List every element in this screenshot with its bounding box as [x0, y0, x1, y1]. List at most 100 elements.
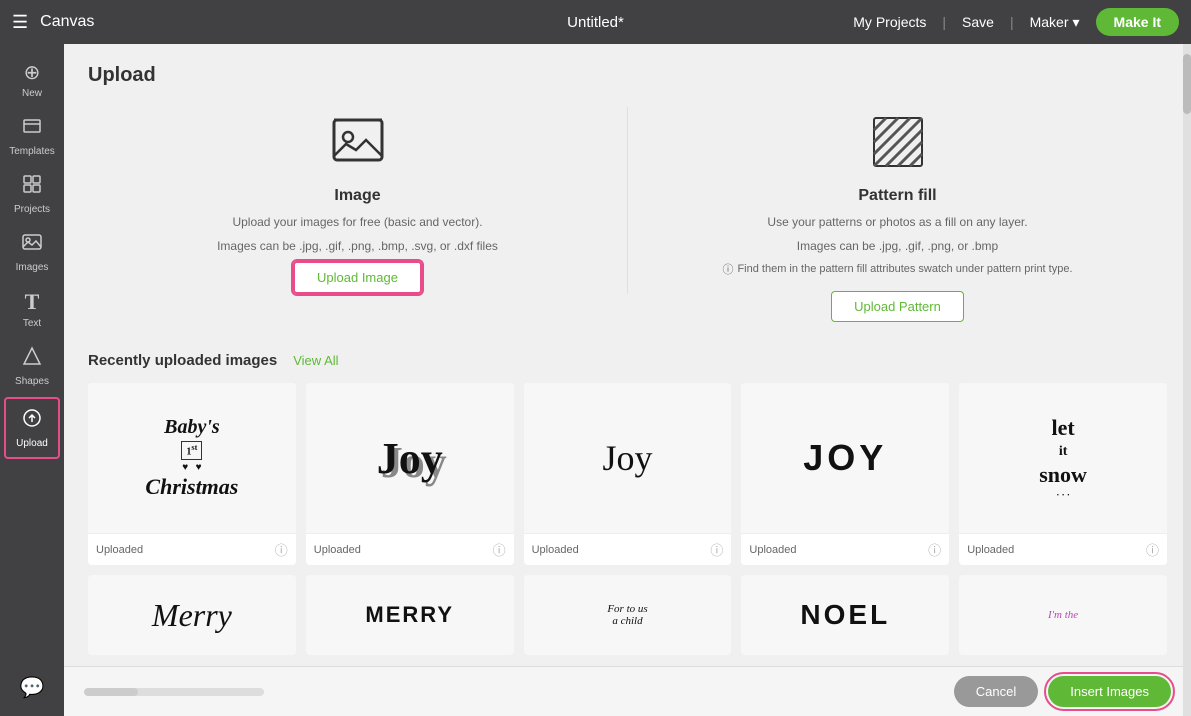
info-icon-4[interactable]: ⓘ — [928, 540, 941, 559]
maker-dropdown[interactable]: Maker ▾ — [1030, 14, 1080, 31]
partial-thumb-3: For to us a child — [607, 603, 647, 627]
bottom-row: Merry MERRY For to us a child NOEL I'm — [88, 575, 1167, 655]
partial-card-4[interactable]: NOEL — [741, 575, 949, 655]
image-thumb-3: Joy — [524, 383, 732, 533]
image-card-1[interactable]: Baby's 1st ♥ ♥ Christmas Uploaded ⓘ — [88, 383, 296, 565]
shapes-icon — [21, 345, 43, 373]
sidebar-item-upload[interactable]: Upload — [4, 397, 60, 459]
new-icon: ⊕ — [24, 60, 41, 85]
sidebar-item-shapes[interactable]: Shapes — [0, 337, 64, 395]
info-icon-1[interactable]: ⓘ — [275, 540, 288, 559]
upload-image-option: Image Upload your images for free (basic… — [88, 107, 628, 294]
topbar-right: My Projects | Save | Maker ▾ Make It — [853, 8, 1179, 36]
upload-pattern-option: Pattern fill Use your patterns or photos… — [628, 107, 1167, 322]
sidebar-item-label-text: Text — [23, 318, 41, 329]
maker-label: Maker — [1030, 14, 1069, 30]
image-footer-2: Uploaded ⓘ — [306, 533, 514, 565]
pattern-option-desc1: Use your patterns or photos as a fill on… — [767, 213, 1027, 231]
sidebar-item-projects[interactable]: Projects — [0, 165, 64, 223]
partial-thumb-1: Merry — [152, 597, 232, 634]
image-label-4: Uploaded — [749, 544, 796, 556]
sidebar-item-label-projects: Projects — [14, 204, 50, 215]
scrollbar-track[interactable] — [1183, 44, 1191, 716]
sidebar-item-chat[interactable]: 💬 — [0, 667, 64, 708]
sidebar-item-label-templates: Templates — [9, 146, 55, 157]
sidebar-item-templates[interactable]: Templates — [0, 107, 64, 165]
image-label-3: Uploaded — [532, 544, 579, 556]
image-option-desc1: Upload your images for free (basic and v… — [232, 213, 482, 231]
upload-pattern-button[interactable]: Upload Pattern — [831, 291, 964, 322]
image-thumb-1: Baby's 1st ♥ ♥ Christmas — [88, 383, 296, 533]
pattern-option-title: Pattern fill — [858, 187, 936, 205]
info-icon-2[interactable]: ⓘ — [493, 540, 506, 559]
sidebar-item-new[interactable]: ⊕ New — [0, 52, 64, 107]
progress-fill — [84, 688, 138, 696]
image-card-4[interactable]: JOY Uploaded ⓘ — [741, 383, 949, 565]
recent-section-title: Recently uploaded images — [88, 352, 277, 369]
partial-thumb-5: I'm the — [1048, 609, 1078, 621]
templates-icon — [21, 115, 43, 143]
info-icon-5[interactable]: ⓘ — [1146, 540, 1159, 559]
text-icon: T — [25, 289, 40, 315]
image-thumb-2: Joy Joy — [306, 383, 514, 533]
bottom-bar: Cancel Insert Images — [64, 666, 1191, 716]
main-layout: ⊕ New Templates Projects Images T Text — [0, 44, 1191, 716]
upload-options: Image Upload your images for free (basic… — [88, 107, 1167, 322]
info-icon-3[interactable]: ⓘ — [710, 540, 723, 559]
image-label-5: Uploaded — [967, 544, 1014, 556]
document-title: Untitled* — [567, 14, 624, 31]
upload-image-button[interactable]: Upload Image — [293, 261, 422, 294]
chevron-down-icon: ▾ — [1073, 14, 1080, 31]
topbar: ☰ Canvas Untitled* My Projects | Save | … — [0, 0, 1191, 44]
image-card-3[interactable]: Joy Uploaded ⓘ — [524, 383, 732, 565]
image-option-title: Image — [334, 187, 380, 205]
image-card-5[interactable]: let it snow · · · Uploaded ⓘ — [959, 383, 1167, 565]
image-option-desc2: Images can be .jpg, .gif, .png, .bmp, .s… — [217, 237, 498, 255]
sidebar-item-text[interactable]: T Text — [0, 281, 64, 337]
images-icon — [21, 231, 43, 259]
partial-thumb-4: NOEL — [800, 599, 890, 631]
image-footer-5: Uploaded ⓘ — [959, 533, 1167, 565]
image-footer-3: Uploaded ⓘ — [524, 533, 732, 565]
upload-icon — [21, 407, 43, 435]
scrollbar-thumb[interactable] — [1183, 54, 1191, 114]
partial-card-3[interactable]: For to us a child — [524, 575, 732, 655]
thumb-text-3: Joy — [602, 437, 652, 479]
sidebar-item-label-upload: Upload — [16, 438, 48, 449]
my-projects-link[interactable]: My Projects — [853, 14, 926, 30]
progress-bar — [84, 688, 264, 696]
save-link[interactable]: Save — [962, 14, 994, 30]
bottom-actions: Cancel Insert Images — [954, 676, 1171, 707]
thumb-text-5: let it snow · · · — [1039, 414, 1087, 501]
info-icon: ⓘ — [722, 261, 733, 277]
sidebar-item-label-images: Images — [16, 262, 49, 273]
image-card-2[interactable]: Joy Joy Uploaded ⓘ — [306, 383, 514, 565]
pattern-option-desc2: Images can be .jpg, .gif, .png, or .bmp — [797, 237, 998, 255]
image-thumb-5: let it snow · · · — [959, 383, 1167, 533]
partial-card-5[interactable]: I'm the — [959, 575, 1167, 655]
image-footer-4: Uploaded ⓘ — [741, 533, 949, 565]
view-all-link[interactable]: View All — [293, 353, 338, 368]
pattern-option-icon — [863, 107, 933, 177]
cancel-button[interactable]: Cancel — [954, 676, 1038, 707]
projects-icon — [21, 173, 43, 201]
chat-icon: 💬 — [20, 675, 45, 700]
make-it-button[interactable]: Make It — [1096, 8, 1179, 36]
sidebar-item-label-shapes: Shapes — [15, 376, 49, 387]
upload-title: Upload — [88, 64, 1167, 87]
sidebar: ⊕ New Templates Projects Images T Text — [0, 44, 64, 716]
image-footer-1: Uploaded ⓘ — [88, 533, 296, 565]
partial-card-2[interactable]: MERRY — [306, 575, 514, 655]
upload-panel: Upload Image Upload your images for fre — [64, 44, 1191, 666]
partial-thumb-2: MERRY — [365, 602, 454, 628]
menu-icon[interactable]: ☰ — [12, 12, 28, 33]
sidebar-item-images[interactable]: Images — [0, 223, 64, 281]
image-label-1: Uploaded — [96, 544, 143, 556]
pattern-option-info: ⓘ Find them in the pattern fill attribut… — [722, 261, 1072, 277]
app-logo: Canvas — [40, 13, 94, 31]
images-grid: Baby's 1st ♥ ♥ Christmas Uploaded ⓘ — [88, 383, 1167, 565]
partial-card-1[interactable]: Merry — [88, 575, 296, 655]
image-label-2: Uploaded — [314, 544, 361, 556]
insert-images-button[interactable]: Insert Images — [1048, 676, 1171, 707]
thumb-text-1: Baby's 1st ♥ ♥ Christmas — [145, 415, 238, 501]
